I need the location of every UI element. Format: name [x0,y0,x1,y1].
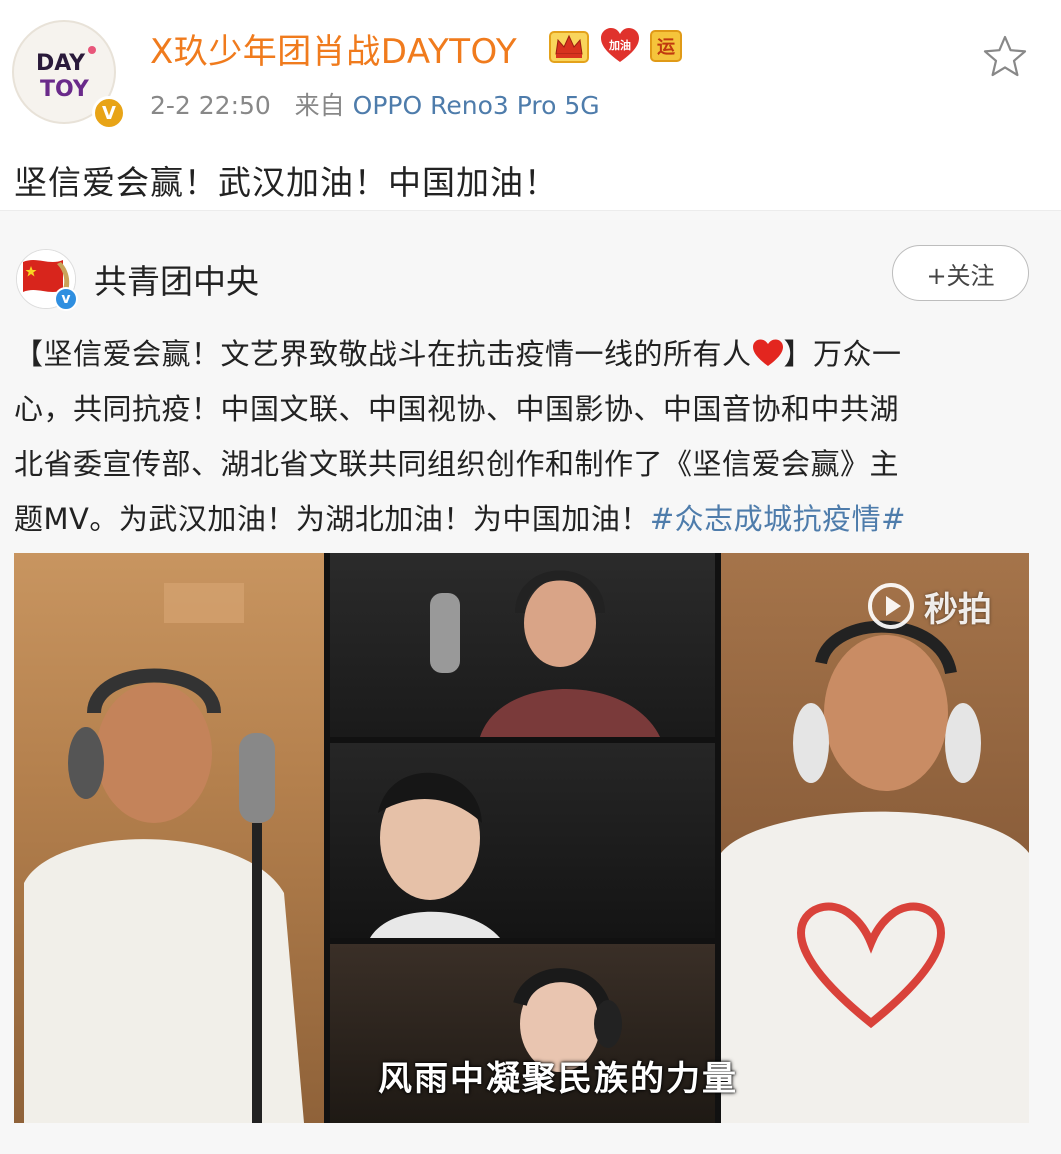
repost-author-name[interactable]: 共青团中央 [94,255,259,303]
video-panel-left [14,553,324,1123]
verified-icon: v [54,287,78,311]
repost-text-2: 】万众一 [783,337,902,371]
heart-badge-icon[interactable]: 加油 [600,28,640,64]
repost-line-1: 【坚信爱会赢！文艺界致敬战斗在抗击疫情一线的所有人 】万众一 [14,327,1050,382]
repost-line-2: 心，共同抗疫！中国文联、中国视协、中国影协、中国音协和中共湖 [14,392,900,426]
hashtag-link[interactable]: #众志成城抗疫情# [650,502,906,536]
post-meta: 2-2 22:50 来自 OPPO Reno3 Pro 5G [150,86,600,122]
video-panel-middle [330,743,715,938]
repost-line-4: 题MV。为武汉加油！为湖北加油！为中国加油！#众志成城抗疫情# [14,492,1050,547]
crown-badge-icon[interactable] [548,26,590,66]
repost-text-1: 【坚信爱会赢！文艺界致敬战斗在抗击疫情一线的所有人 [14,337,752,371]
daytoy-logo-icon: DAY TOY [36,46,96,102]
video-player[interactable]: 秒拍 风雨中凝聚民族的力量 [14,553,1029,1123]
user-badges: 加油 运 [548,26,682,66]
post-text: 坚信爱会赢！武汉加油！中国加油！ [14,163,558,202]
verified-icon: V [92,96,126,130]
post-timestamp: 2-2 22:50 [150,91,271,120]
heart-emoji-icon [752,339,783,366]
heart-badge-label: 加油 [609,39,631,52]
author-name[interactable]: X玖少年团肖战DAYTOY [150,24,517,73]
yun-badge-icon[interactable]: 运 [650,30,682,62]
author-avatar[interactable]: DAY TOY V [12,20,126,130]
post-header: DAY TOY V X玖少年团肖战DAYTOY 加油 运 2-2 22:50 来… [0,0,1061,140]
svg-text:TOY: TOY [40,77,90,102]
svg-text:DAY: DAY [36,51,86,76]
reposted-content[interactable]: v 共青团中央 +关注 【坚信爱会赢！文艺界致敬战斗在抗击疫情一线的所有人 】万众… [0,210,1061,1154]
source-device-link[interactable]: OPPO Reno3 Pro 5G [353,91,600,120]
video-panel-top [330,553,715,737]
repost-text-5: 题MV。为武汉加油！为湖北加油！为中国加油！ [14,502,650,536]
miaopai-watermark: 秒拍 [866,581,992,631]
watermark-label: 秒拍 [924,589,992,630]
source-prefix: 来自 [294,91,345,120]
star-icon[interactable] [982,34,1028,78]
video-subtitle: 风雨中凝聚民族的力量 [378,1059,738,1099]
repost-line-3: 北省委宣传部、湖北省文联共同组织创作和制作了《坚信爱会赢》主 [14,447,900,481]
follow-button[interactable]: +关注 [892,245,1029,301]
play-icon [868,583,914,629]
repost-body: 【坚信爱会赢！文艺界致敬战斗在抗击疫情一线的所有人 】万众一 心，共同抗疫！中国文… [14,327,1050,547]
video-panel-right [721,553,1029,1123]
